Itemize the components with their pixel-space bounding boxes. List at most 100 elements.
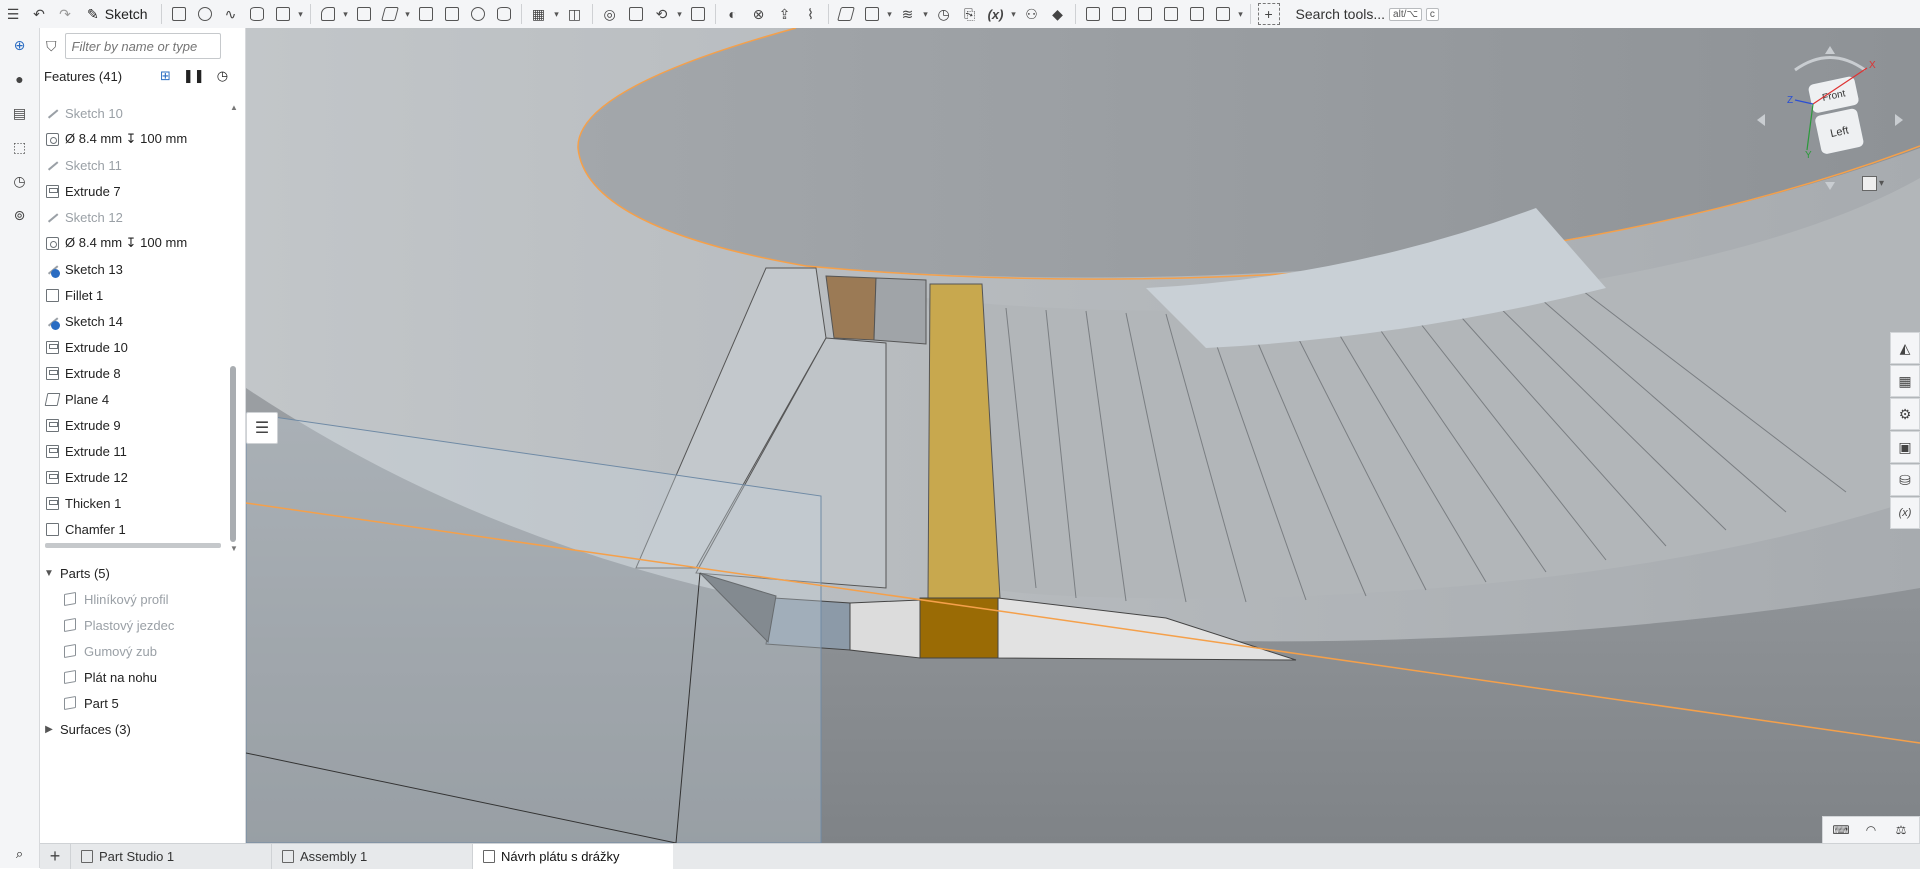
chevron-down-icon[interactable]: ▾	[885, 2, 895, 26]
flange-icon[interactable]	[1132, 2, 1158, 26]
scale-icon[interactable]: ⚖	[1887, 819, 1915, 841]
timer-icon[interactable]: ◷	[217, 68, 228, 84]
variable-icon[interactable]: (x)	[983, 2, 1009, 26]
feature-item[interactable]: Ø 8.4 mm ↧ 100 mm	[40, 126, 230, 152]
modify-fillet-icon[interactable]: ◐	[720, 2, 746, 26]
unfold-icon[interactable]	[1184, 2, 1210, 26]
comments-icon[interactable]: ●	[0, 62, 39, 96]
arrow-left-icon[interactable]	[1757, 114, 1765, 126]
boolean-icon[interactable]: ◎	[597, 2, 623, 26]
compare-icon[interactable]: ⎘	[957, 2, 983, 26]
filter-input[interactable]	[64, 33, 221, 59]
feature-item[interactable]: Extrude 7	[40, 178, 230, 204]
arrow-down-icon[interactable]	[1825, 182, 1835, 190]
history-icon[interactable]: ◷	[0, 164, 39, 198]
document-tab[interactable]: Assembly 1	[271, 844, 472, 869]
rib-icon[interactable]	[413, 2, 439, 26]
chevron-down-icon[interactable]: ▼	[44, 568, 54, 579]
feature-item[interactable]: Sketch 10	[40, 100, 230, 126]
model-render[interactable]	[246, 28, 1920, 843]
parts-group-header[interactable]: ▼ Parts (5)	[40, 560, 245, 586]
measure-icon[interactable]: ⊚	[0, 198, 39, 232]
sweep-icon[interactable]: ∿	[218, 2, 244, 26]
loft-icon[interactable]	[244, 2, 270, 26]
insert-icon[interactable]: ⊕	[0, 28, 39, 62]
feature-item[interactable]: Extrude 9	[40, 412, 230, 438]
filter-icon[interactable]: ⛉	[46, 38, 57, 55]
hole-icon[interactable]	[465, 2, 491, 26]
document-icon[interactable]: ▤	[0, 96, 39, 130]
feature-item[interactable]: Sketch 11	[40, 152, 230, 178]
sheet-metal-icon[interactable]	[1106, 2, 1132, 26]
configurations-icon[interactable]: ⚇	[1019, 2, 1045, 26]
document-tab[interactable]: Návrh plátu s drážky	[472, 844, 673, 869]
view-options-dropdown[interactable]: ▾	[1862, 176, 1884, 191]
feature-item[interactable]: Plane 4	[40, 386, 230, 412]
exploded-view-icon[interactable]: ⚙	[1890, 398, 1920, 430]
feature-item[interactable]: Extrude 12	[40, 464, 230, 490]
feature-list-toggle-icon[interactable]: ☰	[0, 2, 26, 26]
pause-icon[interactable]: ❚❚	[183, 68, 205, 84]
horizontal-scrollbar[interactable]	[45, 543, 221, 548]
redo-icon[interactable]: ↷	[52, 2, 78, 26]
mate-connector-icon[interactable]	[859, 2, 885, 26]
scroll-down-icon[interactable]: ▼	[229, 544, 239, 554]
arrow-right-icon[interactable]	[1895, 114, 1903, 126]
feature-list-collapse-icon[interactable]: ☰	[246, 412, 278, 444]
chamfer-icon[interactable]	[351, 2, 377, 26]
chevron-down-icon[interactable]: ▾	[296, 2, 306, 26]
feature-item[interactable]: Extrude 8	[40, 360, 230, 386]
search-tools-button[interactable]: Search tools... alt/⌥ c	[1290, 2, 1445, 26]
shell-icon[interactable]	[439, 2, 465, 26]
scroll-up-icon[interactable]: ▲	[229, 103, 239, 113]
variables-panel-icon[interactable]: (x)	[1890, 497, 1920, 529]
chevron-right-icon[interactable]: ▶	[44, 724, 54, 735]
part-item[interactable]: Gumový zub	[40, 638, 245, 664]
split-icon[interactable]	[623, 2, 649, 26]
mass-properties-icon[interactable]: ⛁	[1890, 464, 1920, 496]
mirror-icon[interactable]: ◫	[562, 2, 588, 26]
feature-item[interactable]: Extrude 11	[40, 438, 230, 464]
chevron-down-icon[interactable]: ▾	[341, 2, 351, 26]
extrude-icon[interactable]	[166, 2, 192, 26]
surfaces-group-header[interactable]: ▶ Surfaces (3)	[40, 716, 245, 742]
revolve-icon[interactable]	[192, 2, 218, 26]
transform-icon[interactable]: ⟲	[649, 2, 675, 26]
fillet-icon[interactable]	[315, 2, 341, 26]
view-cube[interactable]: Front Left X Y Z	[1755, 40, 1905, 190]
feature-item[interactable]: Extrude 10	[40, 334, 230, 360]
part-item[interactable]: Plastový jezdec	[40, 612, 245, 638]
chevron-down-icon[interactable]: ▾	[921, 2, 931, 26]
frame-icon[interactable]	[1080, 2, 1106, 26]
document-tab[interactable]: Part Studio 1	[70, 844, 271, 869]
view-icon[interactable]: ⌕	[0, 840, 39, 868]
cosmetic-thread-icon[interactable]	[491, 2, 517, 26]
corner-icon[interactable]	[1158, 2, 1184, 26]
replace-face-icon[interactable]: ⌇	[798, 2, 824, 26]
feature-item[interactable]: Sketch 13	[40, 256, 230, 282]
feature-item[interactable]: Thicken 1	[40, 490, 230, 516]
keyboard-icon[interactable]: ⌨	[1827, 819, 1855, 841]
plane-icon[interactable]	[833, 2, 859, 26]
rotate-arc-icon[interactable]	[1794, 56, 1866, 72]
tag-icon[interactable]: ◆	[1045, 2, 1071, 26]
units-icon[interactable]: ◠	[1857, 819, 1885, 841]
chevron-down-icon[interactable]: ▾	[1009, 2, 1019, 26]
sketch-button[interactable]: ✎ Sketch	[78, 1, 157, 27]
chevron-down-icon[interactable]: ▾	[675, 2, 685, 26]
delete-part-icon[interactable]	[685, 2, 711, 26]
delete-face-icon[interactable]: ⊗	[746, 2, 772, 26]
add-custom-feature-icon[interactable]: +	[1257, 3, 1280, 25]
undo-icon[interactable]: ↶	[26, 2, 52, 26]
feature-list-scrollbar[interactable]	[230, 366, 236, 542]
feature-item[interactable]: Sketch 14	[40, 308, 230, 334]
named-views-icon[interactable]: ▣	[1890, 431, 1920, 463]
feature-item[interactable]: Chamfer 1	[40, 516, 230, 542]
add-tab-icon[interactable]: +	[40, 844, 70, 869]
feature-item[interactable]: Sketch 12	[40, 204, 230, 230]
arrow-up-icon[interactable]	[1825, 46, 1835, 54]
chevron-down-icon[interactable]: ▾	[552, 2, 562, 26]
section-view-icon[interactable]: ▦	[1890, 365, 1920, 397]
linear-pattern-icon[interactable]: ▦	[526, 2, 552, 26]
flat-view-icon[interactable]	[1210, 2, 1236, 26]
